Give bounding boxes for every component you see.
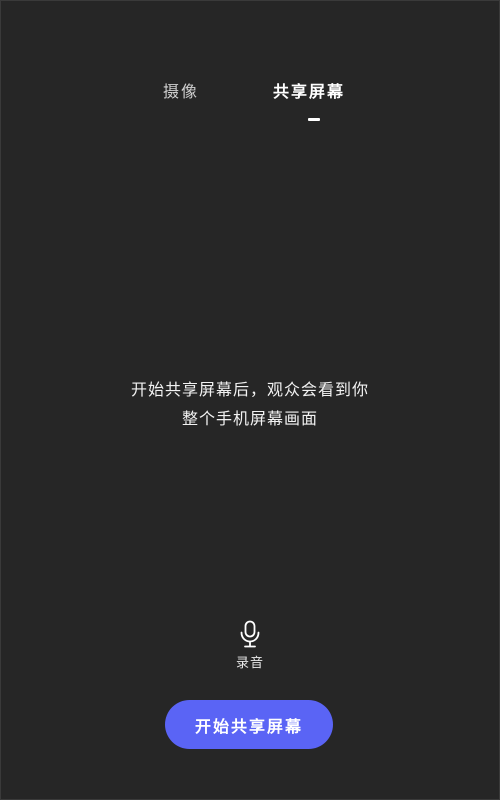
- record-label: 录音: [235, 656, 264, 671]
- microphone-icon: [240, 620, 260, 648]
- info-line-2: 整个手机屏幕画面: [181, 409, 318, 428]
- tab-screen-share[interactable]: 共享屏幕: [273, 78, 345, 102]
- screen-share-info: 开始共享屏幕后，观众会看到你 整个手机屏幕画面: [0, 375, 500, 433]
- tab-camera[interactable]: 摄像: [163, 78, 199, 102]
- mode-tabs: 摄像 共享屏幕: [0, 78, 500, 122]
- screen-share-page: 摄像 共享屏幕 开始共享屏幕后，观众会看到你 整个手机屏幕画面 录音 开始共享屏…: [0, 0, 500, 800]
- info-line-1: 开始共享屏幕后，观众会看到你: [130, 380, 369, 399]
- record-audio-toggle[interactable]: 录音: [220, 620, 280, 676]
- active-tab-indicator: [308, 118, 320, 121]
- start-screen-share-button[interactable]: 开始共享屏幕: [165, 700, 333, 749]
